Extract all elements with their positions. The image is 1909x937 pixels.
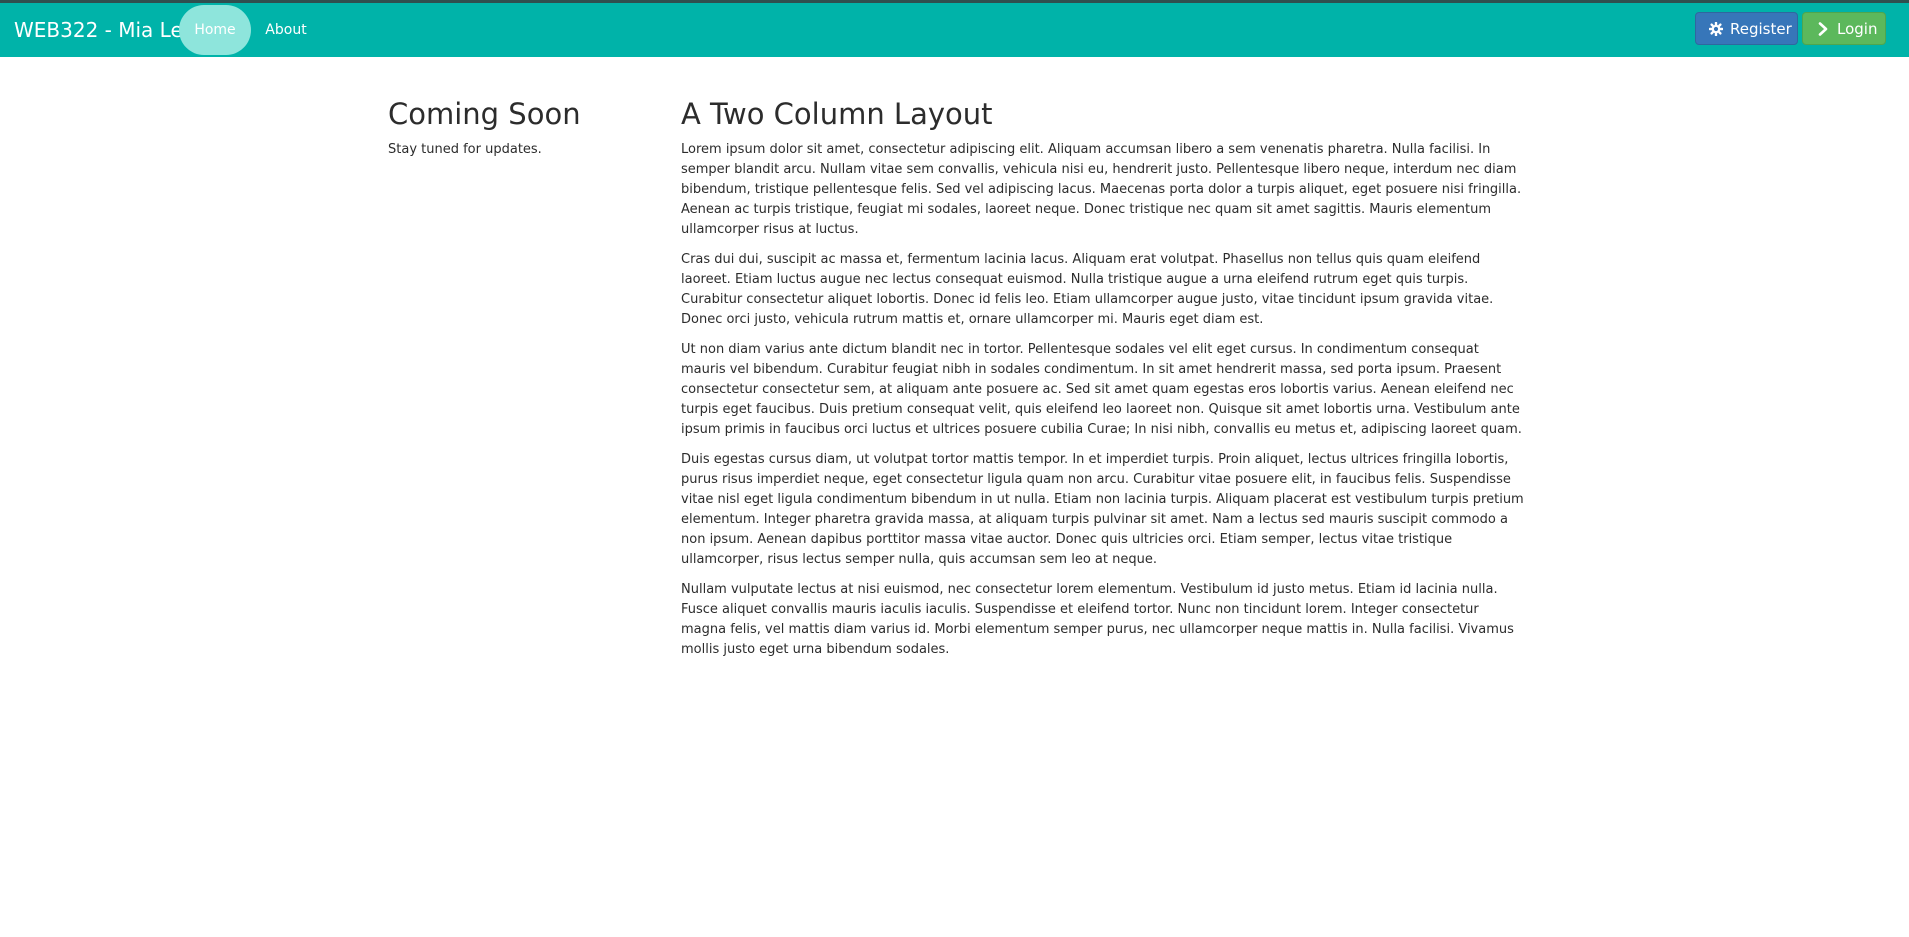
main-column: A Two Column Layout Lorem ipsum dolor si… xyxy=(681,92,1526,670)
paragraph: Nullam vulputate lectus at nisi euismod,… xyxy=(681,582,1514,657)
nav-about-link[interactable]: About xyxy=(262,3,310,57)
navbar: WEB322 - Mia Le Home About Register Logi… xyxy=(0,3,1909,57)
chevron-right-icon xyxy=(1815,13,1831,46)
brand-link[interactable]: WEB322 - Mia Le xyxy=(14,3,183,57)
sidebar-title: Coming Soon xyxy=(388,97,581,131)
paragraph: Lorem ipsum dolor sit amet, consectetur … xyxy=(681,142,1522,237)
paragraph: Duis egestas cursus diam, ut volutpat to… xyxy=(681,452,1524,567)
login-label: Login xyxy=(1837,20,1878,38)
paragraph: Cras dui dui, suscipit ac massa et, ferm… xyxy=(681,252,1494,327)
register-button[interactable]: Register xyxy=(1695,12,1798,45)
sidebar-text: Stay tuned for updates. xyxy=(388,142,542,157)
register-label: Register xyxy=(1730,20,1792,38)
sidebar-column: Coming Soon Stay tuned for updates. xyxy=(388,92,658,160)
paragraph: Ut non diam varius ante dictum blandit n… xyxy=(681,342,1522,437)
gear-icon xyxy=(1708,13,1724,46)
nav-home-link[interactable]: Home xyxy=(179,5,251,55)
page-title: A Two Column Layout xyxy=(681,97,993,131)
login-button[interactable]: Login xyxy=(1802,12,1886,45)
